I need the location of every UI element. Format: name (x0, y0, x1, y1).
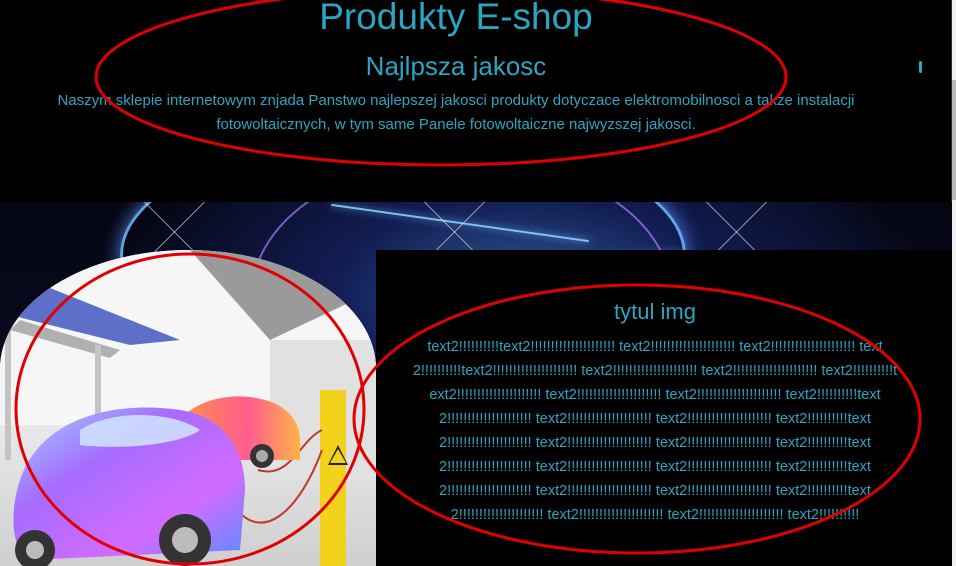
product-card: tytul img text2!!!!!!!!!!text2!!!!!!!!!!… (376, 250, 952, 566)
page-subtitle: Najlpsza jakosc (365, 51, 547, 81)
electric-car-charging-icon (0, 250, 376, 566)
product-image (0, 250, 376, 566)
scrollbar[interactable] (952, 0, 956, 566)
edge-marker (919, 61, 922, 73)
scrollbar-thumb[interactable] (952, 80, 956, 200)
card-title: tytul img (614, 299, 696, 324)
page-title: Produkty E-shop (319, 0, 593, 37)
page-description: Naszym sklepie internetowym znjada Panst… (57, 92, 855, 133)
card-text: text2!!!!!!!!!!text2!!!!!!!!!!!!!!!!!!!!… (412, 339, 898, 523)
